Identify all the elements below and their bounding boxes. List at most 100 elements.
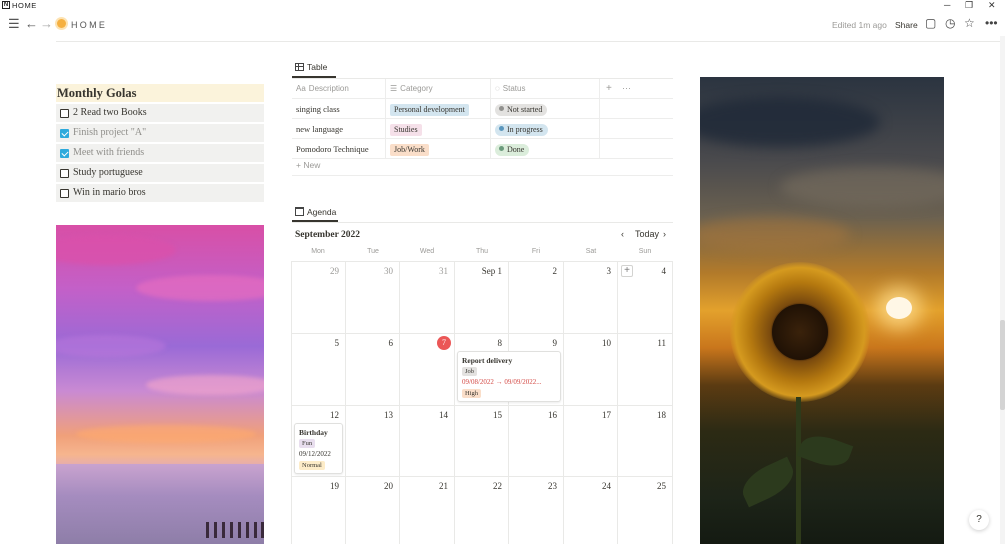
sunset-image[interactable] [56, 225, 264, 544]
cell-status[interactable]: Not started [490, 99, 600, 119]
calendar-day-cell[interactable]: 6 [346, 334, 400, 406]
calendar-day-cell[interactable]: 16 [509, 406, 564, 477]
calendar-day-cell[interactable]: Sep 1 [455, 262, 509, 334]
table-row[interactable]: new language Studies In progress [292, 119, 673, 139]
category-tag: Studies [390, 124, 422, 136]
calendar-day-cell[interactable]: 23 [509, 477, 564, 544]
more-options-icon[interactable]: ••• [985, 16, 998, 30]
goal-item: Finish project "A" [56, 124, 264, 142]
menu-icon[interactable]: ☰ [8, 17, 20, 31]
todo-checkbox[interactable] [60, 109, 69, 118]
calendar-day-cell[interactable]: 19 [291, 477, 346, 544]
calendar-day-cell[interactable]: 13 [346, 406, 400, 477]
scrollbar[interactable] [1000, 36, 1005, 544]
close-icon[interactable]: ✕ [988, 0, 996, 10]
back-arrow-icon[interactable]: ← [25, 17, 38, 31]
column-header-status[interactable]: ◌ Status [490, 79, 600, 99]
cell-description[interactable]: Pomodoro Technique [296, 139, 384, 159]
weekday-label: Sat [585, 248, 597, 255]
cell-category[interactable]: Job/Work [385, 139, 489, 159]
more-icon[interactable]: ··· [622, 78, 631, 98]
calendar-day-cell[interactable]: 2 [509, 262, 564, 334]
table-row[interactable]: singing class Personal development Not s… [292, 99, 673, 119]
calendar-day-cell-today[interactable]: 7 [400, 334, 455, 406]
weekday-label: Mon [311, 248, 325, 255]
goal-label[interactable]: Study portuguese [73, 164, 143, 182]
restore-icon[interactable]: ❐ [965, 0, 973, 10]
breadcrumb-page-title[interactable]: HOME [71, 20, 107, 30]
calendar-grid: 29 30 31 Sep 1 2 3 + 4 5 6 7 8 9 10 11 1… [291, 261, 673, 544]
minimize-icon[interactable]: ─ [944, 0, 950, 10]
calendar-day-cell[interactable]: 5 [291, 334, 346, 406]
table-icon [295, 63, 304, 71]
window-title: HOME [12, 1, 37, 10]
todo-checkbox[interactable] [60, 189, 69, 198]
share-button[interactable]: Share [895, 20, 918, 30]
event-card-birthday[interactable]: Birthday Fun 09/12/2022 Normal [294, 423, 343, 474]
calendar-day-cell[interactable]: + 4 [618, 262, 673, 334]
calendar-day-cell[interactable]: 15 [455, 406, 509, 477]
tab-agenda[interactable]: Agenda [295, 207, 336, 217]
weekday-label: Tue [367, 248, 379, 255]
weekday-label: Sun [638, 248, 652, 255]
sunflower-image[interactable] [700, 77, 944, 544]
window-titlebar: N HOME ─ ❐ ✕ [0, 0, 1005, 11]
todo-checkbox-checked[interactable] [60, 149, 69, 158]
column-header-description[interactable]: Aa Description [296, 79, 384, 99]
calendar-day-cell[interactable]: 30 [346, 262, 400, 334]
calendar-day-cell[interactable]: 29 [291, 262, 346, 334]
help-button[interactable]: ? [969, 510, 989, 530]
comment-icon[interactable]: ▢ [925, 16, 936, 30]
calendar-day-cell[interactable]: 11 [618, 334, 673, 406]
calendar-day-cell[interactable]: 21 [400, 477, 455, 544]
goal-label[interactable]: Meet with friends [73, 144, 144, 162]
calendar-day-cell[interactable]: 3 [564, 262, 618, 334]
add-property-icon[interactable]: + [606, 79, 612, 99]
new-row-button[interactable]: + New [296, 160, 320, 170]
today-button[interactable]: Today [635, 229, 659, 239]
todo-checkbox[interactable] [60, 169, 69, 178]
page-topbar: ☰ ← → HOME Edited 1m ago Share ▢ ◷ ☆ ••• [0, 14, 1005, 36]
clock-icon[interactable]: ◷ [945, 16, 955, 30]
calendar-day-cell[interactable]: 17 [564, 406, 618, 477]
cell-description[interactable]: singing class [296, 99, 384, 119]
cell-category[interactable]: Personal development [385, 99, 489, 119]
event-date: 09/12/2022 [299, 450, 331, 458]
tab-table[interactable]: Table [295, 62, 327, 72]
calendar-day-cell[interactable]: 22 [455, 477, 509, 544]
table-header-row: Aa Description ☰ Category ◌ Status + ··· [292, 79, 673, 99]
calendar-day-cell[interactable]: 18 [618, 406, 673, 477]
calendar-day-cell[interactable]: 14 [400, 406, 455, 477]
goal-label[interactable]: Win in mario bros [73, 184, 146, 202]
prev-month-chevron-icon[interactable]: ‹ [621, 229, 624, 239]
list-property-icon: ☰ [390, 84, 398, 93]
table-row[interactable]: Pomodoro Technique Job/Work Done [292, 139, 673, 159]
goal-label[interactable]: 2 Read two Books [73, 104, 147, 122]
category-tag: Job/Work [390, 144, 429, 156]
forward-arrow-icon[interactable]: → [40, 17, 53, 31]
status-property-icon: ◌ [495, 84, 500, 93]
sun-icon [57, 19, 66, 28]
calendar-day-cell[interactable]: 25 [618, 477, 673, 544]
cell-status[interactable]: In progress [490, 119, 600, 139]
calendar-day-cell[interactable]: 20 [346, 477, 400, 544]
goal-item: Study portuguese [56, 164, 264, 182]
todo-checkbox-checked[interactable] [60, 129, 69, 138]
calendar-icon [295, 207, 304, 216]
cell-status[interactable]: Done [490, 139, 600, 159]
calendar-day-cell[interactable]: 10 [564, 334, 618, 406]
event-card-report-delivery[interactable]: Report delivery Job 09/08/2022 → 09/09/2… [457, 351, 561, 402]
cell-description[interactable]: new language [296, 119, 384, 139]
goal-label[interactable]: Finish project "A" [73, 124, 146, 142]
star-icon[interactable]: ☆ [964, 16, 975, 30]
cell-category[interactable]: Studies [385, 119, 489, 139]
add-event-plus-icon[interactable]: + [621, 265, 633, 277]
column-header-category[interactable]: ☰ Category [385, 79, 489, 99]
today-marker: 7 [437, 336, 451, 350]
event-date-range: 09/08/2022 → 09/09/2022... [462, 378, 542, 386]
scrollbar-thumb[interactable] [1000, 320, 1005, 410]
text-property-icon: Aa [296, 84, 306, 93]
calendar-day-cell[interactable]: 31 [400, 262, 455, 334]
next-month-chevron-icon[interactable]: › [663, 229, 666, 239]
calendar-day-cell[interactable]: 24 [564, 477, 618, 544]
